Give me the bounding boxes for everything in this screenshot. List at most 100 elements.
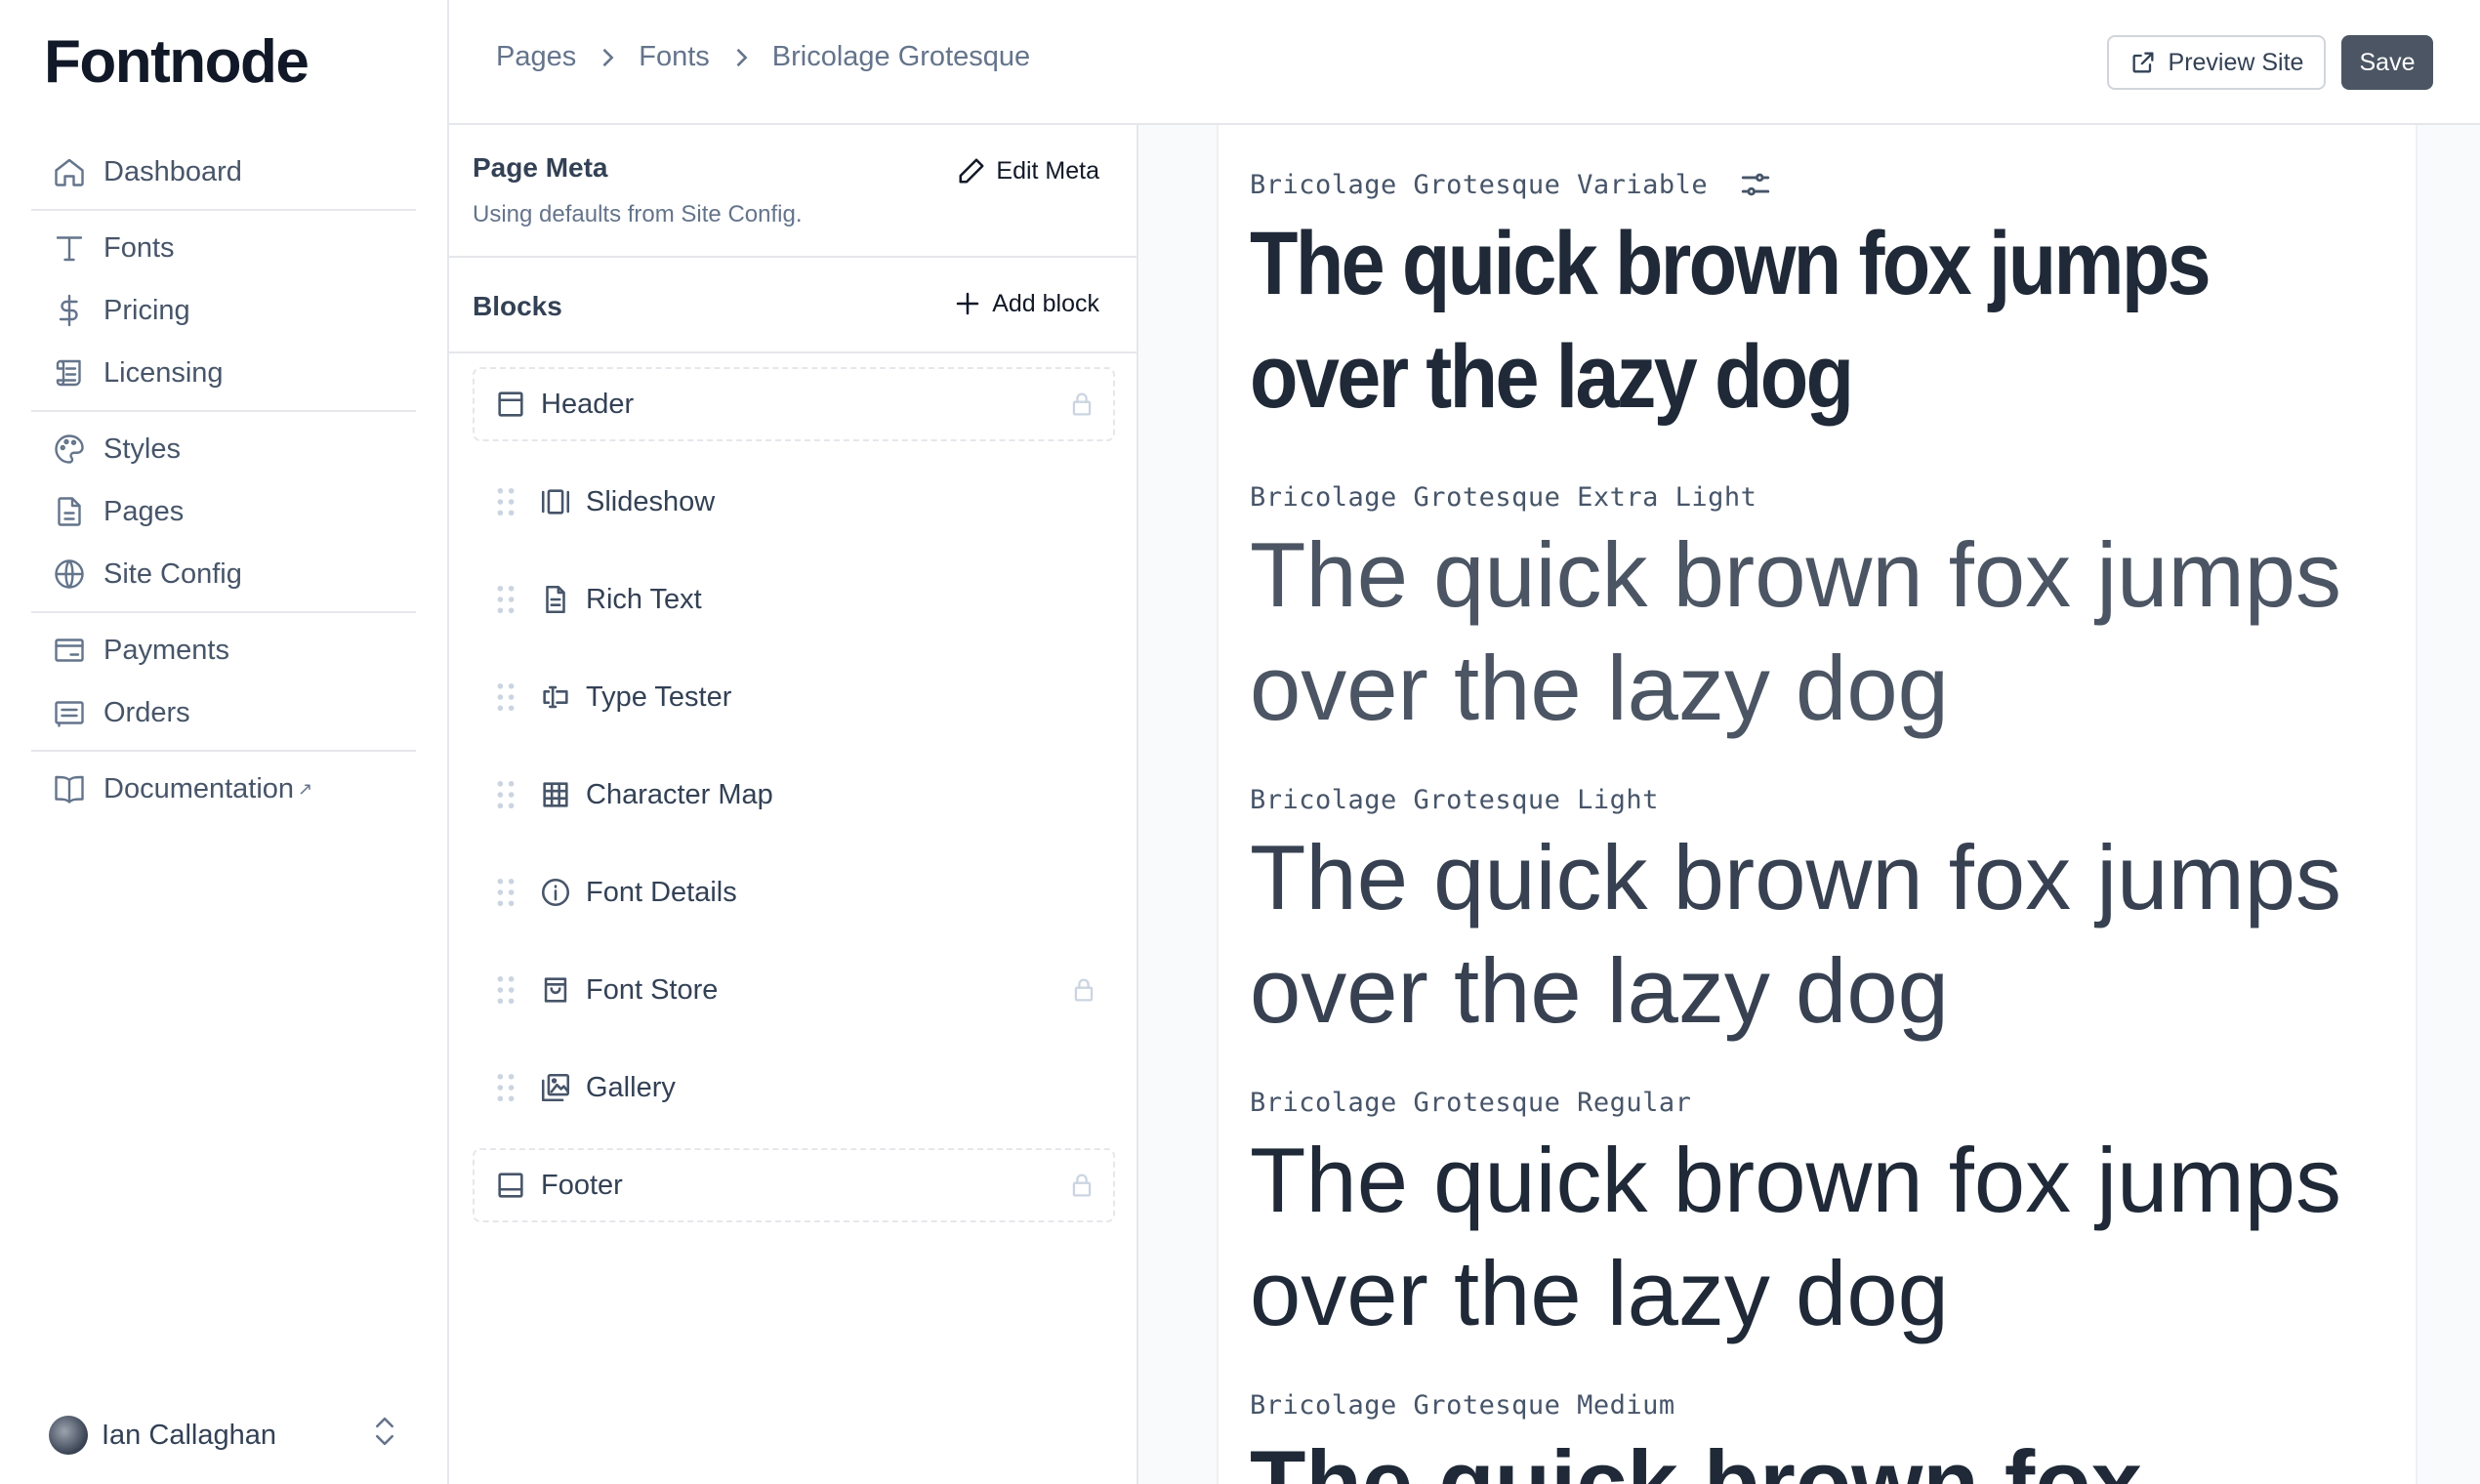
external-link-icon: ↗ (298, 778, 313, 799)
sidebar-item-documentation[interactable]: Documentation ↗ (31, 758, 416, 820)
block-font-store[interactable]: Font Store (473, 941, 1115, 1039)
drag-handle-icon[interactable] (496, 585, 516, 614)
block-label: Footer (541, 1169, 623, 1201)
breadcrumb: Pages Fonts Bricolage Grotesque (496, 41, 1030, 73)
sidebar-item-label: Orders (103, 696, 190, 728)
sidebar-item-payments[interactable]: Payments (31, 619, 416, 681)
document-icon (539, 583, 572, 616)
receipt-icon (51, 694, 88, 731)
info-icon (539, 876, 572, 909)
specimen-text: The quick brown fox jumps over the lazy … (1250, 1129, 2342, 1344)
external-link-icon (2132, 52, 2154, 73)
block-label: Slideshow (586, 485, 716, 517)
specimen-text: The quick brown fox jumps over the lazy … (1250, 214, 2211, 427)
nav-group: Fonts Pricing Licensing (31, 211, 416, 412)
card-icon (51, 632, 88, 669)
sidebar-item-fonts[interactable]: Fonts (31, 217, 416, 279)
book-icon (51, 770, 88, 807)
sidebar: Fontnode Dashboard Fonts Pricing Licensi… (0, 0, 449, 1484)
block-rich-text[interactable]: Rich Text (473, 551, 1115, 648)
add-block-button[interactable]: Add block (953, 289, 1099, 318)
specimen-label: Bricolage Grotesque Regular (1250, 1088, 1692, 1118)
chevron-up-down-icon (369, 1414, 400, 1457)
block-header[interactable]: Header (473, 367, 1115, 441)
page-meta-title: Page Meta (473, 152, 608, 183)
specimen-extra-light: Bricolage Grotesque Extra Light The quic… (1250, 482, 2402, 745)
sidebar-item-styles[interactable]: Styles (31, 418, 416, 480)
drag-handle-icon[interactable] (496, 1073, 516, 1102)
preview-site-button[interactable]: Preview Site (2107, 35, 2326, 90)
edit-meta-label: Edit Meta (996, 156, 1099, 185)
shopping-bag-icon (539, 973, 572, 1007)
lock-icon (1068, 390, 1095, 419)
drag-handle-icon[interactable] (496, 878, 516, 907)
specimen-text: The quick brown fox jumps over the lazy … (1250, 523, 2342, 739)
chevron-right-icon (594, 44, 621, 71)
specimen-regular: Bricolage Grotesque Regular The quick br… (1250, 1088, 2402, 1350)
sidebar-item-label: Dashboard (103, 155, 242, 187)
block-font-details[interactable]: Font Details (473, 844, 1115, 941)
gallery-icon (539, 1071, 572, 1104)
sidebar-item-licensing[interactable]: Licensing (31, 342, 416, 404)
panel-bottom-icon (494, 1169, 527, 1202)
topbar: Pages Fonts Bricolage Grotesque Preview … (449, 0, 2480, 125)
blocks-title: Blocks (473, 291, 562, 321)
breadcrumb-current[interactable]: Bricolage Grotesque (772, 41, 1030, 73)
drag-handle-icon[interactable] (496, 682, 516, 712)
specimen-label-text: Bricolage Grotesque Variable (1250, 169, 1709, 200)
block-slideshow[interactable]: Slideshow (473, 453, 1115, 551)
sidebar-item-orders[interactable]: Orders (31, 681, 416, 744)
type-icon (51, 229, 88, 267)
nav-group: Payments Orders (31, 613, 416, 752)
sidebar-item-pages[interactable]: Pages (31, 480, 416, 543)
block-footer[interactable]: Footer (473, 1148, 1115, 1222)
sidebar-item-label: Documentation (103, 772, 295, 804)
sidebar-item-label: Site Config (103, 557, 242, 590)
sidebar-item-label: Pages (103, 495, 185, 527)
save-button[interactable]: Save (2341, 35, 2433, 90)
breadcrumb-pages[interactable]: Pages (496, 41, 576, 73)
specimen-text: The quick brown fox jumps over the lazy … (1250, 826, 2342, 1042)
sidebar-item-label: Pricing (103, 294, 190, 326)
nav-group: Dashboard (31, 135, 416, 211)
lock-icon (1070, 975, 1097, 1005)
specimen-variable: Bricolage Grotesque Variable The quick b… (1250, 168, 2402, 433)
specimen-text: The quick brown fox (1250, 1431, 2142, 1484)
drag-handle-icon[interactable] (496, 975, 516, 1005)
sliders-icon[interactable] (1739, 168, 1772, 201)
breadcrumb-fonts[interactable]: Fonts (639, 41, 710, 73)
lock-icon (1068, 1171, 1095, 1200)
block-label: Font Store (586, 973, 719, 1006)
preview-site-label: Preview Site (2168, 48, 2304, 76)
block-character-map[interactable]: Character Map (473, 746, 1115, 844)
slides-icon (539, 485, 572, 518)
site-preview: Bricolage Grotesque Variable The quick b… (1217, 125, 2418, 1484)
drag-handle-icon[interactable] (496, 780, 516, 809)
drag-handle-icon[interactable] (496, 487, 516, 516)
sidebar-item-pricing[interactable]: Pricing (31, 279, 416, 342)
block-gallery[interactable]: Gallery (473, 1039, 1115, 1136)
sidebar-item-dashboard[interactable]: Dashboard (31, 141, 416, 203)
pencil-icon (959, 158, 984, 184)
page-meta-subtitle: Using defaults from Site Config. (473, 201, 803, 227)
file-icon (51, 493, 88, 530)
app-logo[interactable]: Fontnode (44, 27, 310, 97)
block-type-tester[interactable]: Type Tester (473, 648, 1115, 746)
blocks-header: Blocks Add block (449, 258, 1137, 353)
sidebar-nav: Dashboard Fonts Pricing Licensing Styles (31, 135, 416, 826)
user-menu[interactable]: Ian Callaghan (49, 1410, 400, 1461)
nav-group: Styles Pages Site Config (31, 412, 416, 613)
avatar (49, 1416, 88, 1455)
add-block-label: Add block (992, 289, 1099, 317)
palette-icon (51, 431, 88, 468)
specimen-label: Bricolage Grotesque Light (1250, 785, 1659, 815)
plus-icon (956, 292, 979, 315)
edit-meta-button[interactable]: Edit Meta (957, 156, 1099, 186)
sidebar-item-site-config[interactable]: Site Config (31, 543, 416, 605)
home-icon (51, 153, 88, 190)
globe-icon (51, 556, 88, 593)
user-name: Ian Callaghan (102, 1419, 276, 1451)
sidebar-item-label: Licensing (103, 356, 224, 389)
specimen-label: Bricolage Grotesque Extra Light (1250, 482, 1757, 513)
scroll-icon (51, 354, 88, 392)
